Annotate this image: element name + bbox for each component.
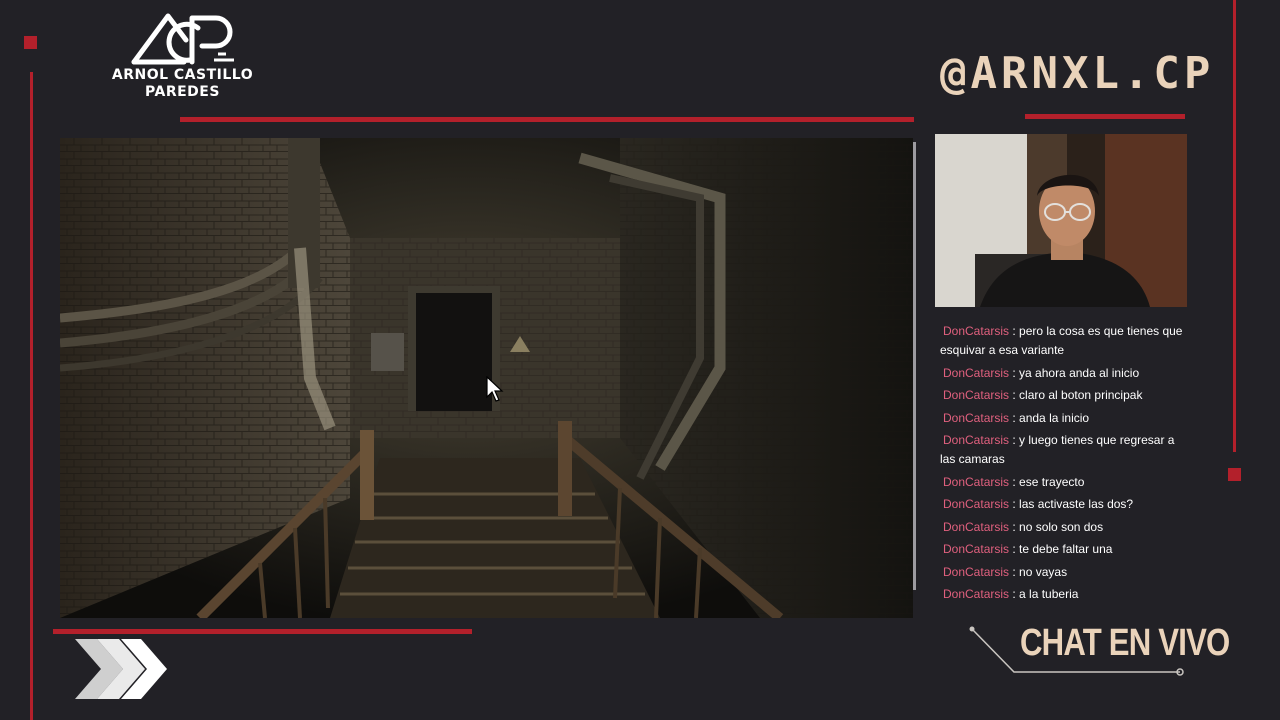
chat-username: DonCatarsis [943, 324, 1010, 338]
chat-username: DonCatarsis [943, 365, 1010, 380]
chat-text: : ese trayecto [1009, 474, 1085, 489]
mouse-pointer-icon [486, 376, 504, 402]
chat-username: DonCatarsis [943, 497, 1010, 511]
acp-logo-icon [131, 13, 234, 65]
chat-message: DonCatarsis : ya ahora anda al inicio [940, 364, 1185, 383]
decor-line-right [1233, 0, 1236, 452]
game-capture[interactable] [60, 138, 913, 618]
chat-message: DonCatarsis : las activaste las dos? [940, 495, 1185, 514]
decor-bar-bottom [53, 629, 472, 634]
chat-feed: DonCatarsis : pero la cosa es que tienes… [940, 322, 1185, 608]
chat-username: DonCatarsis [943, 410, 1010, 425]
chat-message: DonCatarsis : a la tuberia [940, 585, 1185, 604]
chat-label: CHAT EN VIVO [1020, 622, 1230, 664]
chat-username: DonCatarsis [943, 564, 1010, 579]
chat-text: : claro al boton principak [1009, 388, 1143, 402]
chat-text: : anda la inicio [1009, 410, 1090, 425]
decor-bar-top [180, 117, 914, 122]
chat-text: : las activaste las dos? [1009, 497, 1134, 511]
chat-username: DonCatarsis [943, 474, 1010, 489]
decor-line-left [30, 72, 33, 720]
chevrons-icon [75, 639, 167, 699]
chat-message: DonCatarsis : y luego tienes que regresa… [940, 431, 1185, 469]
chat-text: : te debe faltar una [1009, 542, 1113, 556]
chat-username: DonCatarsis [943, 587, 1010, 601]
chat-message: DonCatarsis : no solo son dos [940, 518, 1185, 537]
chat-message: DonCatarsis : te debe faltar una [940, 540, 1185, 559]
chat-username: DonCatarsis [943, 433, 1010, 447]
decor-square-right [1228, 468, 1241, 481]
chat-message: DonCatarsis : claro al boton principak [940, 386, 1185, 405]
chat-text: : no vayas [1009, 564, 1068, 579]
chat-message: DonCatarsis : pero la cosa es que tienes… [940, 322, 1185, 360]
chat-message: DonCatarsis : anda la inicio [940, 409, 1185, 428]
brand-logo: ARNOL CASTILLO PAREDES [100, 10, 265, 110]
social-handle: @ARNXL.CP [940, 48, 1215, 99]
streamer-webcam [935, 134, 1187, 307]
chat-username: DonCatarsis [943, 519, 1010, 534]
chat-text: : ya ahora anda al inicio [1009, 365, 1140, 380]
chat-text: : no solo son dos [1009, 519, 1104, 534]
chat-username: DonCatarsis [943, 542, 1010, 556]
brand-name: ARNOL CASTILLO PAREDES [100, 67, 265, 101]
chat-text: : a la tuberia [1009, 587, 1079, 601]
brand-name-line2: PAREDES [145, 84, 220, 100]
brand-name-line1: ARNOL CASTILLO [111, 67, 254, 83]
webcam-feed [935, 134, 1187, 307]
decor-bar-handle [1025, 114, 1185, 119]
chat-message: DonCatarsis : no vayas [940, 563, 1185, 582]
chat-message: DonCatarsis : ese trayecto [940, 473, 1185, 492]
decor-square-left [24, 36, 37, 49]
chat-username: DonCatarsis [943, 388, 1010, 402]
game-scrollbar [913, 142, 916, 590]
